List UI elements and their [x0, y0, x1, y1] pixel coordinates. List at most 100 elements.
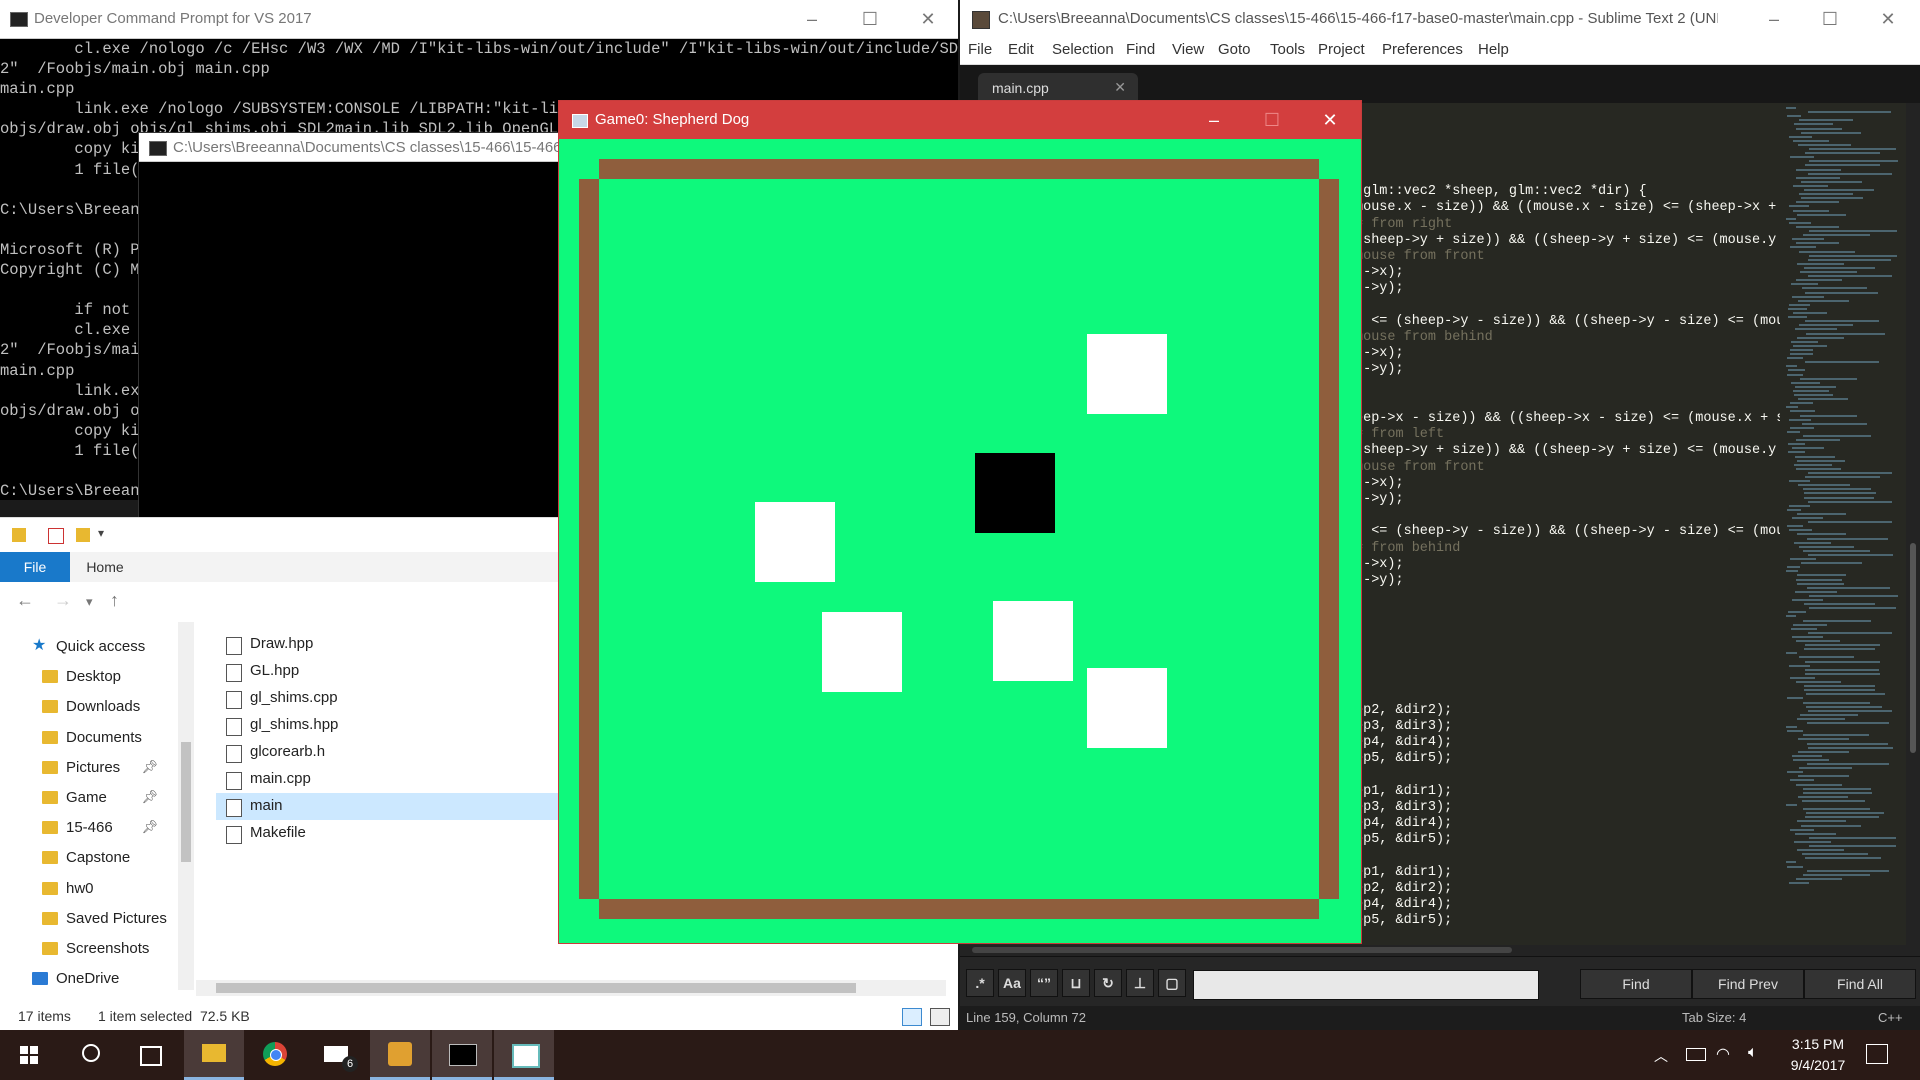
in-selection-toggle-icon[interactable]: ⊔	[1062, 969, 1090, 997]
sublime-titlebar[interactable]: C:\Users\Breeanna\Documents\CS classes\1…	[960, 0, 1920, 38]
whole-word-toggle-icon[interactable]: “”	[1030, 969, 1058, 997]
tab-size-indicator[interactable]: Tab Size: 4	[1682, 1010, 1746, 1025]
notification-badge: 6	[342, 1056, 358, 1072]
scrollbar-thumb[interactable]	[1910, 543, 1916, 753]
recent-chevron-icon[interactable]: ▾	[86, 594, 93, 610]
show-context-toggle-icon[interactable]: ▢	[1158, 969, 1186, 997]
maximize-button[interactable]: ☐	[856, 6, 884, 32]
nav-item[interactable]: Capstone	[0, 843, 178, 873]
maximize-button[interactable]: ☐	[1816, 6, 1844, 32]
minimap-line	[1789, 881, 1809, 884]
horizontal-scrollbar[interactable]	[196, 980, 946, 996]
fence-top	[599, 159, 1319, 179]
nav-item[interactable]: Screenshots	[0, 934, 178, 964]
large-icons-view-icon[interactable]	[930, 1008, 950, 1026]
find-all-button[interactable]: Find All	[1804, 969, 1916, 999]
regex-toggle-icon[interactable]: .*	[966, 969, 994, 997]
tab-file[interactable]: File	[0, 552, 70, 582]
wifi-icon[interactable]: ◠	[1716, 1044, 1730, 1064]
back-arrow-icon[interactable]: ←	[16, 590, 34, 611]
minimize-button[interactable]: –	[798, 6, 826, 32]
task-view-icon[interactable]	[120, 1030, 180, 1080]
nav-item[interactable]: 15-466 📌︎	[0, 813, 178, 843]
chrome-icon[interactable]	[246, 1030, 306, 1080]
minimap-line	[1809, 254, 1897, 257]
menu-help[interactable]: Help	[1478, 41, 1509, 58]
scrollbar-thumb[interactable]	[216, 983, 856, 993]
highlight-matches-toggle-icon[interactable]: ⊥	[1126, 969, 1154, 997]
maximize-button[interactable]: ☐	[1257, 107, 1287, 133]
tab-main-cpp[interactable]: main.cpp ✕	[978, 73, 1138, 103]
scrollbar-thumb[interactable]	[181, 742, 191, 862]
sublime-taskbar-icon[interactable]	[370, 1030, 430, 1080]
minimize-button[interactable]: –	[1760, 6, 1788, 32]
game-window[interactable]: Game0: Shepherd Dog – ☐ ✕	[558, 100, 1362, 944]
close-button[interactable]: ✕	[914, 6, 942, 32]
mail-icon[interactable]: 6	[308, 1030, 368, 1080]
volume-icon[interactable]: 🔈︎	[1748, 1044, 1758, 1062]
details-view-icon[interactable]	[902, 1008, 922, 1026]
tab-home[interactable]: Home	[72, 552, 138, 582]
folder-icon[interactable]	[12, 528, 26, 542]
game-titlebar[interactable]: Game0: Shepherd Dog – ☐ ✕	[559, 101, 1361, 139]
file-explorer-taskbar-icon[interactable]	[184, 1030, 244, 1080]
menu-find[interactable]: Find	[1126, 41, 1155, 58]
nav-item[interactable]: Documents	[0, 723, 178, 753]
menu-view[interactable]: View	[1172, 41, 1204, 58]
menu-selection[interactable]: Selection	[1052, 41, 1114, 58]
command-prompt-taskbar-icon[interactable]	[432, 1030, 492, 1080]
close-button[interactable]: ✕	[1874, 6, 1902, 32]
editor-horizontal-scrollbar[interactable]	[966, 945, 1906, 955]
system-clock[interactable]: 3:15 PM 9/4/2017	[1778, 1034, 1858, 1076]
navigation-scrollbar[interactable]	[178, 622, 194, 990]
nav-item[interactable]: Saved Pictures	[0, 904, 178, 934]
menu-goto[interactable]: Goto	[1218, 41, 1251, 58]
nav-item[interactable]: Downloads	[0, 692, 178, 722]
command-prompt-titlebar[interactable]: Developer Command Prompt for VS 2017 – ☐…	[0, 0, 958, 39]
find-input[interactable]	[1193, 970, 1539, 1000]
minimap-line	[1804, 496, 1874, 499]
find-button[interactable]: Find	[1580, 969, 1692, 999]
nav-item[interactable]: hw0	[0, 874, 178, 904]
second-command-prompt-titlebar[interactable]: C:\Users\Breeanna\Documents\CS classes\1…	[139, 133, 571, 162]
wrap-toggle-icon[interactable]: ↻	[1094, 969, 1122, 997]
syntax-indicator[interactable]: C++	[1878, 1010, 1903, 1025]
menu-project[interactable]: Project	[1318, 41, 1365, 58]
nav-item[interactable]: Pictures 📌︎	[0, 753, 178, 783]
menu-edit[interactable]: Edit	[1008, 41, 1034, 58]
folder-icon	[42, 670, 58, 684]
minimap-line	[1793, 139, 1829, 142]
minimap-line	[1803, 791, 1872, 794]
scrollbar-thumb[interactable]	[972, 947, 1512, 953]
minimap-line	[1794, 840, 1831, 843]
minimap-line	[1792, 447, 1824, 450]
menu-tools[interactable]: Tools	[1270, 41, 1305, 58]
nav-item[interactable]: Desktop	[0, 662, 178, 692]
case-sensitive-toggle-icon[interactable]: Aa	[998, 969, 1026, 997]
nav-item[interactable]: ★ Quick access	[0, 632, 178, 662]
game-field[interactable]	[579, 159, 1339, 919]
minimap-line	[1799, 324, 1853, 327]
properties-icon[interactable]	[48, 528, 64, 544]
chevron-down-icon[interactable]: ▾	[98, 526, 104, 540]
search-icon[interactable]	[60, 1030, 120, 1080]
minimap[interactable]	[1780, 103, 1906, 945]
nav-item[interactable]: Game 📌︎	[0, 783, 178, 813]
menu-preferences[interactable]: Preferences	[1382, 41, 1463, 58]
find-prev-button[interactable]: Find Prev	[1692, 969, 1804, 999]
editor-vertical-scrollbar[interactable]	[1906, 103, 1920, 945]
minimize-button[interactable]: –	[1199, 107, 1229, 133]
up-arrow-icon[interactable]: ↑	[110, 590, 119, 611]
new-folder-icon[interactable]	[76, 528, 90, 542]
minimap-line	[1795, 385, 1836, 388]
menu-file[interactable]: File	[968, 41, 992, 58]
close-button[interactable]: ✕	[1315, 107, 1345, 133]
close-tab-icon[interactable]: ✕	[1114, 79, 1126, 96]
start-button[interactable]	[0, 1030, 60, 1080]
show-hidden-icons-chevron-icon[interactable]: ︿	[1654, 1046, 1668, 1066]
action-center-icon[interactable]	[1866, 1044, 1888, 1064]
nav-item[interactable]: OneDrive	[0, 964, 178, 990]
battery-icon[interactable]	[1686, 1048, 1706, 1061]
forward-arrow-icon[interactable]: →	[54, 590, 72, 611]
game-taskbar-icon[interactable]	[494, 1030, 554, 1080]
